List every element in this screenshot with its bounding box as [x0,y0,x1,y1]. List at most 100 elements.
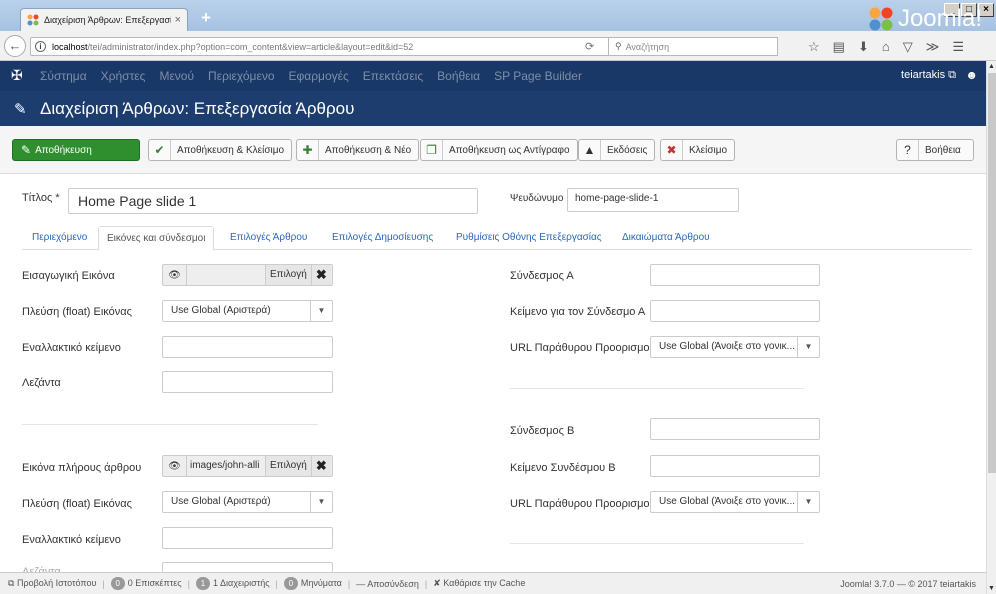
menu-item-extensions[interactable]: Επεκτάσεις [363,69,423,83]
admins-label: 1 Διαχειριστής [213,578,270,588]
admin-menu-bar: ✠ Σύστημα Χρήστες Μενού Περιεχόμενο Εφαρ… [0,61,996,91]
url-host: localhost [52,41,88,52]
browser-titlebar: Διαχείριση Άρθρων: Επεξεργασί × + _ □ × [0,0,996,31]
link-a-input[interactable] [650,264,820,286]
bookmark-star-icon[interactable]: ☆ [808,39,820,55]
full-image-path: images/john-alli [187,456,265,476]
view-site-link[interactable]: ⧉ Προβολή Ιστοτόπου [8,578,96,589]
menu-item-menus[interactable]: Μενού [159,69,194,83]
menu-item-content[interactable]: Περιεχόμενο [208,69,274,83]
tab-content[interactable]: Περιεχόμενο [32,232,87,243]
chevron-down-icon: ▼ [310,492,332,512]
clear-x-icon[interactable]: ✖ [310,265,331,285]
full-float-label: Πλεύση (float) Εικόνας [22,498,132,510]
download-icon[interactable]: ⬇ [858,39,869,55]
clear-cache-link[interactable]: ✘ Καθάρισε την Cache [433,578,525,589]
help-button[interactable]: ? Βοήθεια [896,139,974,161]
menu-item-help[interactable]: Βοήθεια [437,69,480,83]
versions-button[interactable]: ▲ Εκδόσεις [578,139,656,161]
tab-editor-config[interactable]: Ρυθμίσεις Οθόνης Επεξεργασίας [456,232,602,243]
pencil-icon: ✎ [14,101,27,118]
preview-eye-icon[interactable]: 👁 [163,456,187,476]
reading-list-icon[interactable]: ▤ [833,39,845,55]
joomla-menu-logo-icon[interactable]: ✠ [11,67,23,84]
reload-icon[interactable]: ⟳ [585,40,594,53]
browser-search-input[interactable]: ⚲ Αναζήτηση [608,37,778,56]
chevron-down-icon: ▼ [797,337,819,357]
link-b-text-label: Κείμενο Συνδέσμου Β [510,462,616,474]
tab-close-icon[interactable]: × [175,14,181,26]
logout-link[interactable]: — Αποσύνδεση [356,579,419,589]
tab-permissions[interactable]: Δικαιώματα Άρθρου [622,232,710,243]
copyright-text: Joomla! 3.7.0 — © 2017 teiartakis [840,578,976,589]
messages-label: Μηνύματα [300,578,342,588]
section-divider [510,543,804,544]
link-b-window-value: Use Global (Άνοιξε στο γονικ... [659,496,796,507]
intro-image-path [187,265,265,285]
alias-input[interactable]: home-page-slide-1 [567,188,739,212]
full-image-select-button[interactable]: Επιλογή [265,456,311,476]
url-path: /tei/administrator/index.php?option=com_… [87,41,414,52]
full-float-select[interactable]: Use Global (Αριστερά) ▼ [162,491,333,513]
menu-item-components[interactable]: Εφαρμογές [289,69,349,83]
user-menu-link[interactable]: teiartakis ⧉ [901,69,956,82]
preview-eye-icon[interactable]: 👁 [163,265,187,285]
cancel-icon: ✖ [661,140,683,160]
save-button[interactable]: ✎ Αποθήκευση [12,139,140,161]
intro-alt-input[interactable] [162,336,333,358]
intro-caption-input[interactable] [162,371,333,393]
scrollbar-thumb[interactable] [988,73,996,473]
save-copy-button[interactable]: ❐ Αποθήκευση ως Αντίγραφο [420,139,578,161]
scroll-up-icon[interactable]: ▲ [988,63,995,70]
menu-item-users[interactable]: Χρήστες [101,69,146,83]
browser-tab[interactable]: Διαχείριση Άρθρων: Επεξεργασί × [20,8,188,31]
scroll-down-icon[interactable]: ▼ [988,585,995,592]
intro-image-label: Εισαγωγική Εικόνα [22,270,115,282]
title-label: Τίτλος * [22,192,60,204]
site-info-icon[interactable]: i [35,41,46,52]
link-b-text-input[interactable] [650,455,820,477]
link-a-window-select[interactable]: Use Global (Άνοιξε στο γονικ... ▼ [650,336,820,358]
close-label: Κλείσιμο [689,144,728,156]
tab-article-options[interactable]: Επιλογές Άρθρου [230,232,307,243]
tab-images-links[interactable]: Εικόνες και σύνδεσμοι [98,226,215,251]
new-tab-button[interactable]: + [196,9,216,27]
save-new-button[interactable]: ✚ Αποθήκευση & Νέο [296,139,420,161]
separator: | [347,578,351,589]
joomla-brand-text: Joomla! [897,5,982,32]
user-icon[interactable]: ☻ [965,68,978,82]
hamburger-menu-icon[interactable]: ☰ [952,39,964,55]
link-a-text-input[interactable] [650,300,820,322]
link-b-window-select[interactable]: Use Global (Άνοιξε στο γονικ... ▼ [650,491,820,513]
full-image-label: Εικόνα πλήρους άρθρου [22,462,142,474]
menu-item-sp-page-builder[interactable]: SP Page Builder [494,69,582,83]
separator: | [275,578,278,589]
save-close-button[interactable]: ✔ Αποθήκευση & Κλείσιμο [148,139,293,161]
close-button[interactable]: ✖ Κλείσιμο [660,139,736,161]
check-icon: ✔ [149,140,171,160]
visitors-badge: 0 [110,577,125,590]
link-b-input[interactable] [650,418,820,440]
menu-item-system[interactable]: Σύστημα [40,69,87,83]
link-b-window-label: URL Παράθυρου Προορισμού [510,498,656,510]
full-caption-input[interactable] [162,562,333,572]
home-icon[interactable]: ⌂ [882,39,890,55]
logout-label: Αποσύνδεση [367,578,419,589]
pocket-icon[interactable]: ▽ [903,39,913,55]
url-bar[interactable]: i localhost/tei/administrator/index.php?… [30,37,620,56]
chevron-down-icon: ▼ [797,492,819,512]
full-alt-input[interactable] [162,527,333,549]
back-arrow-icon[interactable]: ← [4,35,26,57]
intro-float-select[interactable]: Use Global (Αριστερά) ▼ [162,300,333,322]
page-scrollbar[interactable]: ▲ ▼ [986,61,996,594]
full-alt-label: Εναλλακτικό κείμενο [22,534,121,546]
admins-status: 11 Διαχειριστής [196,577,270,590]
tab-publishing[interactable]: Επιλογές Δημοσίευσης [332,232,433,243]
title-input[interactable]: Home Page slide 1 [68,188,478,214]
chevron-down-icon: ▼ [310,301,332,321]
messages-link[interactable]: 0 Μηνύματα [283,577,342,590]
intro-image-select-button[interactable]: Επιλογή [265,265,311,285]
extension-icon[interactable]: ≫ [926,39,940,55]
clear-x-icon[interactable]: ✖ [310,456,331,476]
alias-label: Ψευδώνυμο [510,193,564,204]
